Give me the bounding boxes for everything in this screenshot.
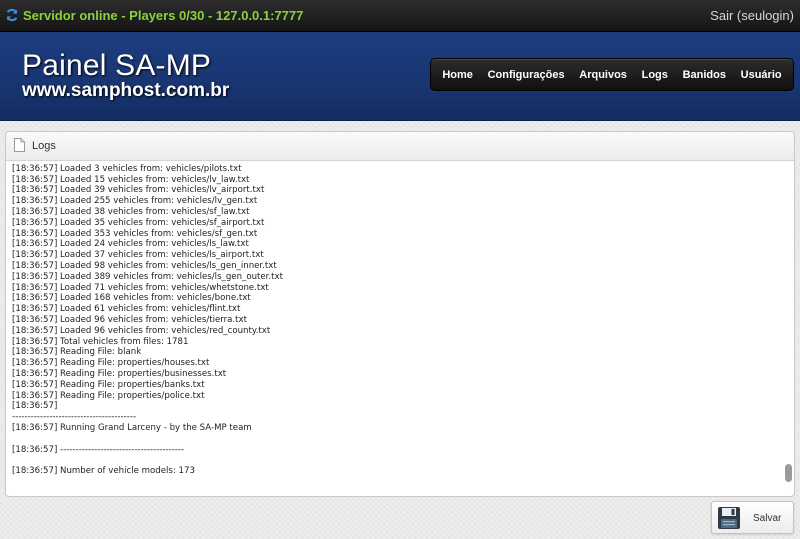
floppy-disk-icon bbox=[718, 507, 740, 529]
log-line: [18:36:57] Running Grand Larceny - by th… bbox=[12, 422, 252, 433]
nav-item-banidos[interactable]: Banidos bbox=[683, 69, 726, 81]
log-line: [18:36:57] Loaded 38 vehicles from: vehi… bbox=[12, 206, 250, 217]
log-lines: [18:36:57] Loaded 3 vehicles from: vehic… bbox=[12, 161, 780, 477]
log-textarea[interactable]: [18:36:57] Loaded 3 vehicles from: vehic… bbox=[6, 161, 794, 496]
nav-item-usuario[interactable]: Usuário bbox=[741, 69, 782, 81]
log-line: [18:36:57] Loaded 255 vehicles from: veh… bbox=[12, 196, 258, 207]
log-line: [18:36:57] Loaded 96 vehicles from: vehi… bbox=[12, 314, 247, 325]
logout-link[interactable]: Sair (seulogin) bbox=[710, 8, 794, 23]
log-line: [18:36:57] Loaded 353 vehicles from: veh… bbox=[12, 228, 258, 239]
log-line: [18:36:57] Reading File: properties/poli… bbox=[12, 390, 205, 401]
refresh-icon bbox=[6, 8, 18, 22]
panel-title: Logs bbox=[32, 140, 56, 152]
scrollbar-thumb[interactable] bbox=[785, 464, 792, 482]
log-line: [18:36:57] Loaded 71 vehicles from: vehi… bbox=[12, 282, 269, 293]
log-line: [18:36:57] Reading File: properties/bank… bbox=[12, 379, 205, 390]
log-line: [18:36:57] Loaded 15 vehicles from: vehi… bbox=[12, 174, 250, 185]
top-status-bar: Servidor online - Players 0/30 - 127.0.0… bbox=[0, 0, 800, 32]
save-button[interactable]: Salvar bbox=[711, 501, 794, 534]
log-line: [18:36:57] Reading File: properties/hous… bbox=[12, 358, 210, 369]
nav-item-home[interactable]: Home bbox=[442, 69, 473, 81]
log-scrollbar[interactable] bbox=[784, 163, 792, 494]
log-line: [18:36:57] Loaded 39 vehicles from: vehi… bbox=[12, 185, 265, 196]
log-line: [18:36:57] Loaded 389 vehicles from: veh… bbox=[12, 271, 283, 282]
main-nav: Home Configurações Arquivos Logs Banidos Usuá… bbox=[430, 58, 794, 91]
site-url: www.samphost.com.br bbox=[22, 80, 230, 101]
nav-item-arquivos[interactable]: Arquivos bbox=[579, 69, 627, 81]
log-line: [18:36:57] Loaded 24 vehicles from: vehi… bbox=[12, 239, 249, 250]
log-line: [18:36:57] Loaded 98 vehicles from: vehi… bbox=[12, 260, 277, 271]
site-title: Painel SA-MP bbox=[22, 49, 212, 82]
log-line: [18:36:57] bbox=[12, 401, 58, 412]
log-line: [18:36:57] Loaded 35 vehicles from: vehi… bbox=[12, 217, 265, 228]
log-line: [18:36:57] Loaded 3 vehicles from: vehic… bbox=[12, 163, 242, 174]
log-line: [18:36:57] -----------------------------… bbox=[12, 444, 185, 455]
log-line: [18:36:57] Loaded 61 vehicles from: vehi… bbox=[12, 304, 241, 315]
log-line: [18:36:57] Total vehicles from files: 17… bbox=[12, 336, 189, 347]
log-line: [18:36:57] Loaded 168 vehicles from: veh… bbox=[12, 293, 251, 304]
document-icon bbox=[14, 138, 25, 152]
log-line: [18:36:57] Loaded 96 vehicles from: vehi… bbox=[12, 325, 271, 336]
site-header: Painel SA-MP www.samphost.com.br Home Con… bbox=[0, 32, 800, 121]
nav-item-logs[interactable]: Logs bbox=[642, 69, 668, 81]
nav-item-configuracoes[interactable]: Configurações bbox=[488, 69, 565, 81]
server-status-text: Servidor online - Players 0/30 - 127.0.0… bbox=[23, 8, 304, 23]
log-line: ---------------------------------------- bbox=[12, 412, 137, 423]
log-line: [18:36:57] Number of vehicle models: 173 bbox=[12, 466, 195, 477]
panel-header: Logs bbox=[6, 132, 794, 161]
log-line: [18:36:57] Reading File: properties/busi… bbox=[12, 368, 227, 379]
logs-panel: Logs [18:36:57] Loaded 3 vehicles from: … bbox=[5, 131, 795, 497]
save-button-label: Salvar bbox=[753, 513, 782, 524]
log-line: [18:36:57] Loaded 37 vehicles from: vehi… bbox=[12, 250, 264, 261]
log-line: [18:36:57] Reading File: blank bbox=[12, 347, 142, 358]
